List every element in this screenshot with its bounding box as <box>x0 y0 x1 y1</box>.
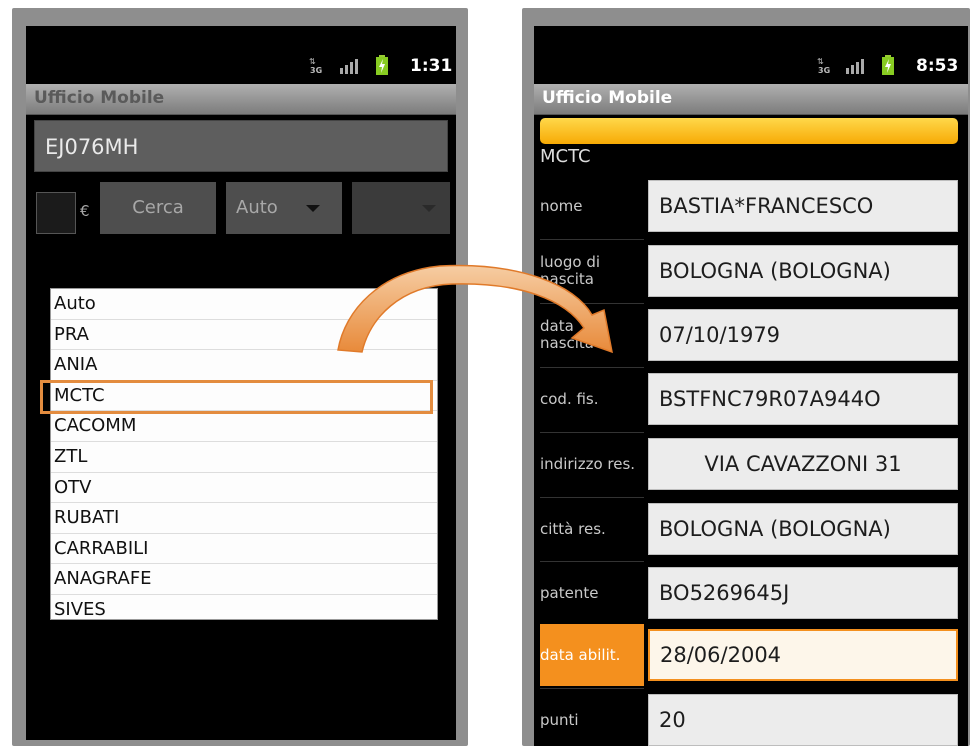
field-row-cod-fis: cod. fis. BSTFNC79R07A944O <box>534 368 968 430</box>
plate-input[interactable]: EJ076MH <box>34 120 448 172</box>
field-value[interactable]: VIA CAVAZZONI 31 <box>648 438 958 490</box>
list-item[interactable]: ZTL <box>51 442 437 473</box>
currency-symbol: € <box>80 202 90 220</box>
svg-text:⇅: ⇅ <box>817 57 824 66</box>
signal-icon <box>340 59 358 74</box>
list-item[interactable]: ANIA <box>51 350 437 381</box>
3g-icon: ⇅ 3G <box>817 57 830 74</box>
field-row-data-nascita: data nascita 07/10/1979 <box>534 304 968 366</box>
left-screen: ⇅ 3G 1:31 Ufficio Mobile EJ076MH € Cerca… <box>26 26 456 740</box>
field-label: data nascita <box>540 317 595 352</box>
field-label: data abilit. <box>540 624 644 686</box>
field-row-data-abilit: data abilit. 28/06/2004 <box>534 624 968 686</box>
field-label: patente <box>540 583 599 602</box>
field-row-punti: punti 20 <box>534 689 968 746</box>
list-item[interactable]: PRA <box>51 320 437 351</box>
left-phone: ⇅ 3G 1:31 Ufficio Mobile EJ076MH € Cerca… <box>12 8 468 746</box>
field-row-citta-res: città res. BOLOGNA (BOLOGNA) <box>534 498 968 560</box>
field-value[interactable]: BSTFNC79R07A944O <box>648 373 958 425</box>
signal-icon <box>846 59 864 74</box>
list-item[interactable]: OTV <box>51 473 437 504</box>
field-row-nome: nome BASTIA*FRANCESCO <box>534 175 968 237</box>
section-title: MCTC <box>540 146 591 167</box>
battery-charging-icon <box>376 55 388 75</box>
svg-text:3G: 3G <box>310 66 322 74</box>
source-list: Auto PRA ANIA MCTC CACOMM ZTL OTV RUBATI… <box>50 288 438 620</box>
app-titlebar: Ufficio Mobile <box>534 84 968 115</box>
app-titlebar: Ufficio Mobile <box>26 84 456 115</box>
field-value[interactable]: BOLOGNA (BOLOGNA) <box>648 245 958 297</box>
highlight-box <box>40 380 433 414</box>
svg-text:3G: 3G <box>818 66 830 74</box>
status-time: 8:53 <box>916 56 959 76</box>
field-row-patente: patente BO5269645J <box>534 562 968 624</box>
list-item[interactable]: Auto <box>51 289 437 320</box>
list-item[interactable]: CACOMM <box>51 411 437 442</box>
secondary-dropdown[interactable] <box>352 182 450 234</box>
field-value[interactable]: BO5269645J <box>648 567 958 619</box>
field-row-luogo-nascita: luogo di nascita BOLOGNA (BOLOGNA) <box>534 240 968 302</box>
list-item[interactable]: RUBATI <box>51 503 437 534</box>
type-dropdown[interactable]: Auto <box>226 182 342 234</box>
field-value[interactable]: BOLOGNA (BOLOGNA) <box>648 503 958 555</box>
right-screen: ⇅ 3G 8:53 Ufficio Mobile MCTC nome BASTI… <box>534 26 968 746</box>
field-label: luogo di nascita <box>540 253 601 288</box>
search-button[interactable]: Cerca <box>100 182 216 234</box>
field-label: cod. fis. <box>540 389 599 408</box>
status-bar: ⇅ 3G 8:53 <box>534 26 968 84</box>
field-label: indirizzo res. <box>540 454 636 473</box>
currency-checkbox[interactable] <box>36 192 76 234</box>
field-value[interactable]: 28/06/2004 <box>648 629 958 681</box>
dropdown-arrow-icon <box>305 204 320 212</box>
list-item[interactable]: CARRABILI <box>51 534 437 565</box>
list-item[interactable]: SIVES <box>51 595 437 625</box>
progress-bar <box>540 118 958 144</box>
field-value[interactable]: 07/10/1979 <box>648 309 958 361</box>
field-label: punti <box>540 710 579 729</box>
field-value[interactable]: BASTIA*FRANCESCO <box>648 180 958 232</box>
battery-charging-icon <box>882 55 894 75</box>
svg-text:⇅: ⇅ <box>309 57 316 66</box>
field-label: città res. <box>540 519 606 538</box>
dropdown-arrow-icon <box>422 204 436 212</box>
3g-icon: ⇅ 3G <box>309 57 322 74</box>
right-phone: ⇅ 3G 8:53 Ufficio Mobile MCTC nome BASTI… <box>522 8 970 746</box>
field-row-indirizzo-res: indirizzo res. VIA CAVAZZONI 31 <box>534 433 968 495</box>
type-dropdown-value: Auto <box>236 197 278 218</box>
field-value[interactable]: 20 <box>648 694 958 746</box>
field-label: nome <box>540 196 583 215</box>
status-bar: ⇅ 3G 1:31 <box>26 26 456 84</box>
status-time: 1:31 <box>410 56 453 76</box>
app-title: Ufficio Mobile <box>542 88 673 108</box>
list-item[interactable]: ANAGRAFE <box>51 564 437 595</box>
app-title: Ufficio Mobile <box>34 88 165 108</box>
